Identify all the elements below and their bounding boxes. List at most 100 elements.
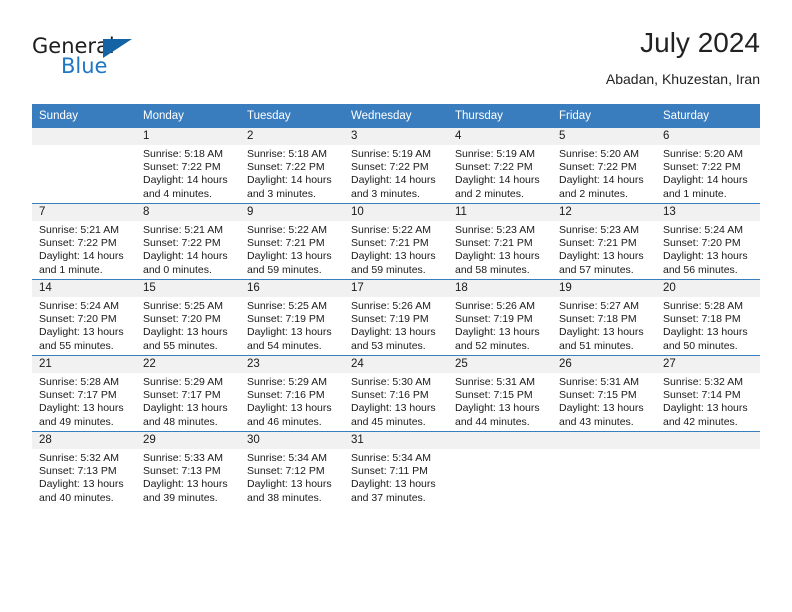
calendar-day-cell[interactable]: 2 Sunrise: 5:18 AM Sunset: 7:22 PM Daylight…	[240, 127, 344, 204]
daylight-text-line1: Daylight: 13 hours	[663, 250, 748, 263]
sunset-text: Sunset: 7:21 PM	[455, 237, 533, 250]
calendar-day-cell[interactable]: 25 Sunrise: 5:31 AM Sunset: 7:15 PM Dayligh…	[448, 355, 552, 432]
day-details: Sunrise: 5:34 AM Sunset: 7:11 PM Daylight:…	[344, 449, 448, 505]
calendar-day-cell[interactable]: 3 Sunrise: 5:19 AM Sunset: 7:22 PM Daylight…	[344, 127, 448, 204]
calendar-day-cell-empty	[32, 127, 136, 204]
daylight-text-line1: Daylight: 13 hours	[559, 402, 644, 415]
day-details: Sunrise: 5:23 AM Sunset: 7:21 PM Daylight:…	[552, 221, 656, 277]
calendar-day-cell[interactable]: 12 Sunrise: 5:23 AM Sunset: 7:21 PM Dayligh…	[552, 203, 656, 280]
calendar-day-cell[interactable]: 10 Sunrise: 5:22 AM Sunset: 7:21 PM Dayligh…	[344, 203, 448, 280]
sunset-text: Sunset: 7:22 PM	[143, 161, 221, 174]
sunset-text: Sunset: 7:17 PM	[39, 389, 117, 402]
day-number: 4	[448, 128, 552, 145]
daylight-text-line1: Daylight: 14 hours	[143, 174, 228, 187]
weekday-header-sunday: Sunday	[32, 104, 136, 128]
daylight-text-line1: Daylight: 13 hours	[247, 326, 332, 339]
daylight-text-line1: Daylight: 13 hours	[351, 402, 436, 415]
day-number: 22	[136, 356, 240, 373]
daylight-text-line2: and 4 minutes.	[143, 187, 212, 200]
calendar-day-cell[interactable]: 13 Sunrise: 5:24 AM Sunset: 7:20 PM Dayligh…	[656, 203, 760, 280]
sunrise-text: Sunrise: 5:31 AM	[455, 376, 535, 388]
calendar-day-cell[interactable]: 11 Sunrise: 5:23 AM Sunset: 7:21 PM Dayligh…	[448, 203, 552, 280]
day-number: 30	[240, 432, 344, 449]
calendar-day-cell[interactable]: 5 Sunrise: 5:20 AM Sunset: 7:22 PM Daylight…	[552, 127, 656, 204]
sunrise-text: Sunrise: 5:24 AM	[39, 300, 119, 312]
sunrise-text: Sunrise: 5:33 AM	[143, 452, 223, 464]
calendar-day-cell[interactable]: 31 Sunrise: 5:34 AM Sunset: 7:11 PM Dayligh…	[344, 431, 448, 507]
day-number: 10	[344, 204, 448, 221]
daylight-text-line2: and 38 minutes.	[247, 491, 322, 504]
calendar-day-cell[interactable]: 1 Sunrise: 5:18 AM Sunset: 7:22 PM Daylight…	[136, 127, 240, 204]
daylight-text-line2: and 59 minutes.	[247, 263, 322, 276]
daylight-text-line2: and 43 minutes.	[559, 415, 634, 428]
daylight-text-line1: Daylight: 13 hours	[559, 250, 644, 263]
calendar-day-cell[interactable]: 28 Sunrise: 5:32 AM Sunset: 7:13 PM Dayligh…	[32, 431, 136, 507]
calendar-day-cell[interactable]: 14 Sunrise: 5:24 AM Sunset: 7:20 PM Dayligh…	[32, 279, 136, 356]
sunset-text: Sunset: 7:20 PM	[39, 313, 117, 326]
sunrise-text: Sunrise: 5:32 AM	[39, 452, 119, 464]
calendar-day-cell[interactable]: 24 Sunrise: 5:30 AM Sunset: 7:16 PM Dayligh…	[344, 355, 448, 432]
sunset-text: Sunset: 7:21 PM	[559, 237, 637, 250]
daylight-text-line1: Daylight: 14 hours	[663, 174, 748, 187]
calendar-day-cell[interactable]: 7 Sunrise: 5:21 AM Sunset: 7:22 PM Daylight…	[32, 203, 136, 280]
day-number: 14	[32, 280, 136, 297]
calendar-week-row: 14 Sunrise: 5:24 AM Sunset: 7:20 PM Dayligh…	[32, 279, 760, 356]
calendar-day-cell[interactable]: 16 Sunrise: 5:25 AM Sunset: 7:19 PM Dayligh…	[240, 279, 344, 356]
general-blue-logo[interactable]: General Blue	[32, 34, 152, 84]
calendar-day-cell[interactable]: 18 Sunrise: 5:26 AM Sunset: 7:19 PM Dayligh…	[448, 279, 552, 356]
sunset-text: Sunset: 7:21 PM	[351, 237, 429, 250]
day-details	[656, 449, 760, 452]
sunset-text: Sunset: 7:19 PM	[247, 313, 325, 326]
day-number: 8	[136, 204, 240, 221]
calendar-day-cell[interactable]: 30 Sunrise: 5:34 AM Sunset: 7:12 PM Dayligh…	[240, 431, 344, 507]
daylight-text-line1: Daylight: 14 hours	[143, 250, 228, 263]
sunrise-text: Sunrise: 5:26 AM	[455, 300, 535, 312]
day-details: Sunrise: 5:33 AM Sunset: 7:13 PM Daylight:…	[136, 449, 240, 505]
day-details: Sunrise: 5:20 AM Sunset: 7:22 PM Daylight:…	[552, 145, 656, 201]
calendar-day-cell[interactable]: 27 Sunrise: 5:32 AM Sunset: 7:14 PM Dayligh…	[656, 355, 760, 432]
calendar-day-cell[interactable]: 8 Sunrise: 5:21 AM Sunset: 7:22 PM Daylight…	[136, 203, 240, 280]
daylight-text-line1: Daylight: 13 hours	[663, 326, 748, 339]
sunrise-text: Sunrise: 5:18 AM	[247, 148, 327, 160]
sunset-text: Sunset: 7:11 PM	[351, 465, 428, 478]
calendar-day-cell[interactable]: 29 Sunrise: 5:33 AM Sunset: 7:13 PM Dayligh…	[136, 431, 240, 507]
daylight-text-line1: Daylight: 14 hours	[247, 174, 332, 187]
calendar-day-cell-empty	[448, 431, 552, 507]
calendar-day-cell[interactable]: 4 Sunrise: 5:19 AM Sunset: 7:22 PM Daylight…	[448, 127, 552, 204]
day-number: 7	[32, 204, 136, 221]
day-number: 23	[240, 356, 344, 373]
weekday-header-row: Sunday Monday Tuesday Wednesday Thursday…	[32, 104, 760, 128]
daylight-text-line1: Daylight: 14 hours	[559, 174, 644, 187]
day-details: Sunrise: 5:18 AM Sunset: 7:22 PM Daylight:…	[136, 145, 240, 201]
sunrise-text: Sunrise: 5:23 AM	[559, 224, 639, 236]
sunrise-text: Sunrise: 5:19 AM	[351, 148, 431, 160]
daylight-text-line2: and 42 minutes.	[663, 415, 738, 428]
weekday-header-tuesday: Tuesday	[240, 104, 344, 128]
sunset-text: Sunset: 7:22 PM	[39, 237, 117, 250]
calendar-day-cell[interactable]: 9 Sunrise: 5:22 AM Sunset: 7:21 PM Daylight…	[240, 203, 344, 280]
calendar-day-cell[interactable]: 22 Sunrise: 5:29 AM Sunset: 7:17 PM Dayligh…	[136, 355, 240, 432]
sunset-text: Sunset: 7:18 PM	[663, 313, 741, 326]
sunset-text: Sunset: 7:22 PM	[351, 161, 429, 174]
sunrise-text: Sunrise: 5:32 AM	[663, 376, 743, 388]
day-number: 11	[448, 204, 552, 221]
daylight-text-line2: and 39 minutes.	[143, 491, 218, 504]
calendar-week-row: 7 Sunrise: 5:21 AM Sunset: 7:22 PM Daylight…	[32, 203, 760, 280]
sunrise-text: Sunrise: 5:20 AM	[663, 148, 743, 160]
calendar-day-cell[interactable]: 20 Sunrise: 5:28 AM Sunset: 7:18 PM Dayligh…	[656, 279, 760, 356]
calendar-week-row: 21 Sunrise: 5:28 AM Sunset: 7:17 PM Dayligh…	[32, 355, 760, 432]
calendar-day-cell[interactable]: 15 Sunrise: 5:25 AM Sunset: 7:20 PM Dayligh…	[136, 279, 240, 356]
daylight-text-line1: Daylight: 13 hours	[455, 326, 540, 339]
day-details: Sunrise: 5:25 AM Sunset: 7:19 PM Daylight:…	[240, 297, 344, 353]
day-number: 13	[656, 204, 760, 221]
sunrise-text: Sunrise: 5:28 AM	[663, 300, 743, 312]
calendar-day-cell[interactable]: 19 Sunrise: 5:27 AM Sunset: 7:18 PM Dayligh…	[552, 279, 656, 356]
day-details: Sunrise: 5:28 AM Sunset: 7:17 PM Daylight:…	[32, 373, 136, 429]
calendar-day-cell[interactable]: 17 Sunrise: 5:26 AM Sunset: 7:19 PM Dayligh…	[344, 279, 448, 356]
daylight-text-line1: Daylight: 13 hours	[247, 402, 332, 415]
sunset-text: Sunset: 7:17 PM	[143, 389, 221, 402]
calendar-day-cell[interactable]: 26 Sunrise: 5:31 AM Sunset: 7:15 PM Dayligh…	[552, 355, 656, 432]
calendar-day-cell[interactable]: 23 Sunrise: 5:29 AM Sunset: 7:16 PM Dayligh…	[240, 355, 344, 432]
calendar-day-cell[interactable]: 21 Sunrise: 5:28 AM Sunset: 7:17 PM Dayligh…	[32, 355, 136, 432]
calendar-day-cell[interactable]: 6 Sunrise: 5:20 AM Sunset: 7:22 PM Daylight…	[656, 127, 760, 204]
